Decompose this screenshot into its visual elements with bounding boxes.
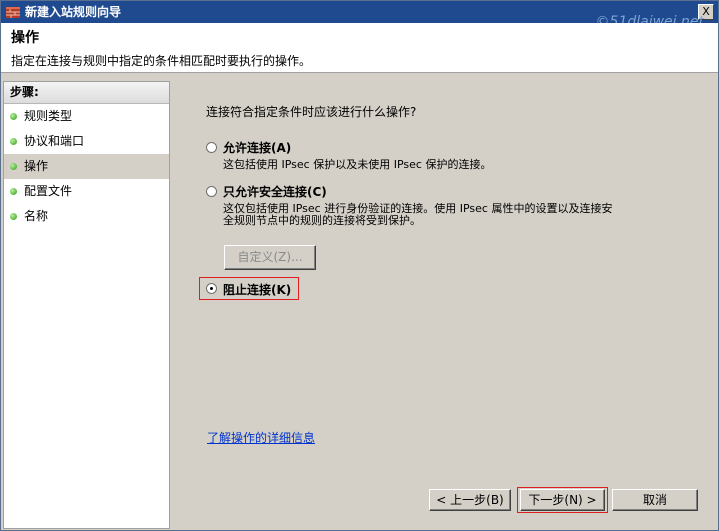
block-connection-radio[interactable] bbox=[206, 283, 217, 294]
step-bullet-icon bbox=[10, 188, 17, 195]
sidebar-item-label: 操作 bbox=[24, 159, 49, 173]
sidebar-item-protocol-ports[interactable]: 协议和端口 bbox=[4, 129, 169, 154]
allow-connection-label[interactable]: 允许连接(A) bbox=[223, 139, 291, 156]
sidebar-item-action[interactable]: 操作 bbox=[4, 154, 169, 179]
step-bullet-icon bbox=[10, 163, 17, 170]
allow-connection-radio[interactable] bbox=[206, 142, 217, 153]
page-title: 操作 bbox=[11, 30, 39, 46]
firewall-icon bbox=[6, 7, 20, 18]
steps-heading: 步骤: bbox=[4, 82, 169, 104]
next-button[interactable]: 下一步(N) > bbox=[520, 489, 605, 511]
allow-secure-label[interactable]: 只允许安全连接(C) bbox=[223, 183, 327, 200]
step-bullet-icon bbox=[10, 213, 17, 220]
learn-more-link[interactable]: 了解操作的详细信息 bbox=[207, 429, 315, 446]
allow-connection-desc: 这包括使用 IPsec 保护以及未使用 IPsec 保护的连接。 bbox=[223, 158, 492, 171]
sidebar-item-label: 协议和端口 bbox=[24, 134, 85, 148]
window-title: 新建入站规则向导 bbox=[25, 5, 122, 19]
sidebar-item-profile[interactable]: 配置文件 bbox=[4, 179, 169, 204]
customize-button[interactable]: 自定义(Z)... bbox=[224, 245, 316, 270]
action-question: 连接符合指定条件时应该进行什么操作? bbox=[206, 105, 417, 119]
page-subtitle: 指定在连接与规则中指定的条件相匹配时要执行的操作。 bbox=[11, 54, 312, 68]
allow-secure-desc-line2: 全规则节点中的规则的连接将受到保护。 bbox=[223, 214, 421, 227]
sidebar-item-label: 配置文件 bbox=[24, 184, 73, 198]
sidebar-item-name[interactable]: 名称 bbox=[4, 204, 169, 229]
sidebar-item-rule-type[interactable]: 规则类型 bbox=[4, 104, 169, 129]
back-button[interactable]: < 上一步(B) bbox=[429, 489, 511, 511]
sidebar-item-label: 名称 bbox=[24, 209, 49, 223]
wizard-window: 新建入站规则向导 X ©51dlaiwei.net 操作 指定在连接与规则中指定… bbox=[0, 0, 719, 531]
sidebar-item-label: 规则类型 bbox=[24, 109, 73, 123]
main-panel: 连接符合指定条件时应该进行什么操作? 允许连接(A) 这包括使用 IPsec 保… bbox=[171, 81, 718, 530]
steps-sidebar: 步骤: 规则类型 协议和端口 操作 配置文件 名称 bbox=[3, 81, 170, 529]
step-bullet-icon bbox=[10, 138, 17, 145]
cancel-button[interactable]: 取消 bbox=[612, 489, 698, 511]
page-header: 操作 指定在连接与规则中指定的条件相匹配时要执行的操作。 bbox=[1, 23, 718, 73]
step-bullet-icon bbox=[10, 113, 17, 120]
block-connection-label[interactable]: 阻止连接(K) bbox=[223, 281, 291, 298]
allow-secure-radio[interactable] bbox=[206, 186, 217, 197]
